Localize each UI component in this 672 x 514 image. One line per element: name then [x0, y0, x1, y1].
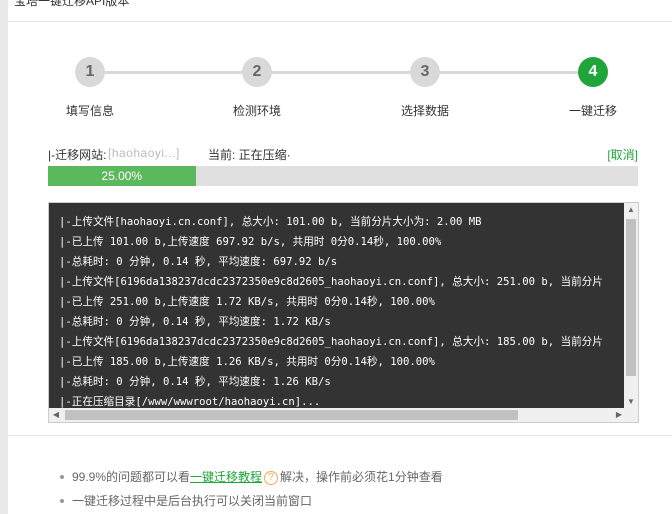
- scroll-left-icon[interactable]: ◀: [49, 408, 63, 422]
- step-3-circle: 3: [410, 57, 440, 87]
- step-3-label: 选择数据: [401, 104, 450, 118]
- bullet-icon: [60, 475, 64, 479]
- tip-item: 99.9%的问题都可以看一键迁移教程? 解决，操作前必须花1分钟查看: [60, 468, 660, 492]
- site-label: |-迁移网站:: [48, 148, 107, 162]
- tips-list: 99.9%的问题都可以看一键迁移教程? 解决，操作前必须花1分钟查看 一键迁移过程…: [60, 468, 660, 514]
- panel-header: 宝塔一键迁移API版本: [8, 0, 672, 22]
- migration-status: |-迁移网站: [haohaoyi...] 当前: 正在压缩· [取消]: [48, 146, 638, 162]
- tip-1-after: 解决，操作前必须花1分钟查看: [280, 470, 443, 484]
- migration-panel: 宝塔一键迁移API版本 1 2 3 4 填写信息 检测环境 选择数据 一键迁移 …: [8, 0, 672, 514]
- log-line: |-上传文件[haohaoyi.cn.conf], 总大小: 101.00 b,…: [59, 216, 482, 228]
- scroll-up-icon[interactable]: ▲: [624, 203, 638, 217]
- log-line: |-总耗时: 0 分钟, 0.14 秒, 平均速度: 1.72 KB/s: [59, 316, 331, 328]
- tip-2-text: 一键迁移过程中是后台执行可以关闭当前窗口: [72, 494, 313, 508]
- horizontal-scroll-thumb[interactable]: [65, 410, 518, 420]
- step-connector: [440, 71, 578, 74]
- log-console[interactable]: |-上传文件[haohaoyi.cn.conf], 总大小: 101.00 b,…: [48, 202, 639, 423]
- step-connector: [105, 71, 242, 74]
- panel-title: 宝塔一键迁移API版本: [14, 0, 130, 8]
- tip-item: 一键迁移过程中是后台执行可以关闭当前窗口: [60, 492, 660, 514]
- tip-1-before: 99.9%的问题都可以看: [72, 470, 191, 484]
- log-lines: |-上传文件[haohaoyi.cn.conf], 总大小: 101.00 b,…: [59, 212, 629, 408]
- scroll-down-icon[interactable]: ▼: [624, 395, 638, 409]
- step-4-label: 一键迁移: [569, 104, 618, 118]
- log-line: |-上传文件[6196da138237dcdc2372350e9c8d2605_…: [59, 276, 603, 288]
- divider: [8, 435, 672, 436]
- site-name: [haohaoyi...]: [108, 146, 180, 160]
- step-2-circle: 2: [242, 57, 272, 87]
- step-4-circle: 4: [578, 57, 608, 87]
- log-line: |-上传文件[6196da138237dcdc2372350e9c8d2605_…: [59, 336, 603, 348]
- step-1-circle: 1: [75, 57, 105, 87]
- log-line: |-已上传 251.00 b,上传速度 1.72 KB/s, 共用时 0分0.1…: [59, 296, 435, 308]
- log-line: |-总耗时: 0 分钟, 0.14 秒, 平均速度: 697.92 b/s: [59, 256, 338, 268]
- step-1-label: 填写信息: [66, 104, 115, 118]
- bullet-icon: [60, 499, 64, 503]
- progress-fill: 25.00%: [48, 166, 196, 186]
- step-connector: [272, 71, 410, 74]
- migration-tutorial-link[interactable]: 一键迁移教程: [190, 470, 262, 484]
- progress-bar: 25.00%: [48, 166, 638, 186]
- step-2-label: 检测环境: [233, 104, 282, 118]
- vertical-scroll-thumb[interactable]: [626, 219, 636, 376]
- help-icon[interactable]: ?: [264, 471, 279, 485]
- scrollbar-corner: [624, 408, 638, 422]
- cancel-link[interactable]: [取消]: [607, 146, 638, 163]
- log-line: |-总耗时: 0 分钟, 0.14 秒, 平均速度: 1.26 KB/s: [59, 376, 331, 388]
- log-line: |-正在压缩目录[/www/wwwroot/haohaoyi.cn]...: [59, 396, 321, 408]
- log-line: |-已上传 101.00 b,上传速度 697.92 b/s, 共用时 0分0.…: [59, 236, 442, 248]
- stepper: 1 2 3 4 填写信息 检测环境 选择数据 一键迁移: [8, 52, 672, 122]
- log-line: |-已上传 185.00 b,上传速度 1.26 KB/s, 共用时 0分0.1…: [59, 356, 435, 368]
- horizontal-scrollbar[interactable]: ◀ ▶: [49, 408, 626, 422]
- current-action: 当前: 正在压缩·: [208, 148, 291, 162]
- vertical-scrollbar[interactable]: ▲ ▼: [624, 203, 638, 409]
